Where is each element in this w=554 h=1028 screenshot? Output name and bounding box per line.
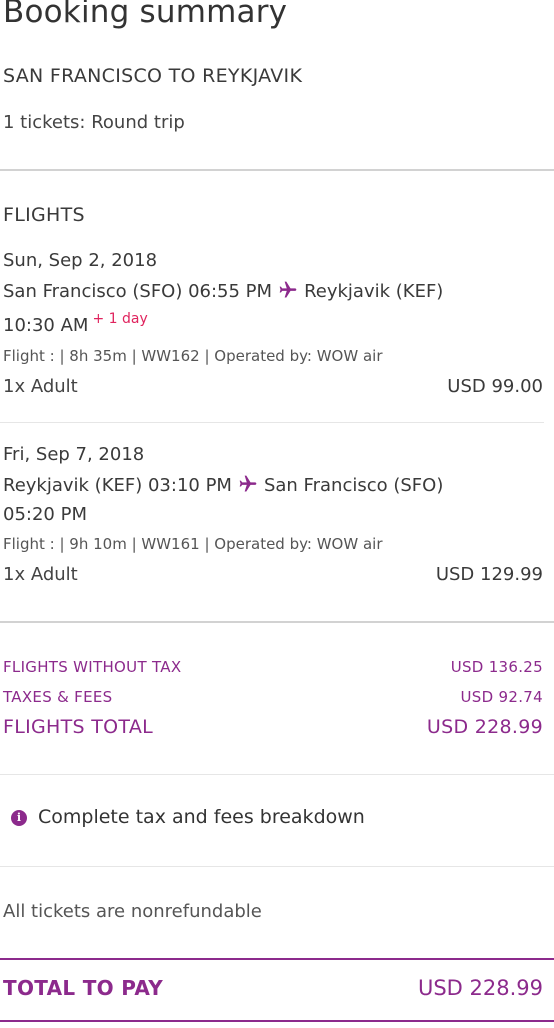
leg-2-passengers: 1x Adult bbox=[3, 564, 78, 585]
leg-1-origin: San Francisco (SFO) 06:55 PM bbox=[3, 281, 273, 302]
taxes-fees-value: USD 92.74 bbox=[460, 688, 543, 706]
flights-without-tax-label: FLIGHTS WITHOUT TAX bbox=[3, 658, 182, 676]
flights-total-value: USD 228.99 bbox=[426, 716, 543, 738]
divider bbox=[0, 958, 554, 960]
leg-1-date: Sun, Sep 2, 2018 bbox=[3, 250, 158, 271]
day-offset-badge: + 1 day bbox=[92, 311, 148, 327]
leg-2-route: Reykjavik (KEF) 03:10 PM San Francisco (S… bbox=[3, 474, 443, 496]
leg-1-arrival-time: 10:30 AM bbox=[3, 315, 89, 336]
taxes-fees-label: TAXES & FEES bbox=[3, 688, 113, 706]
leg-2-date: Fri, Sep 7, 2018 bbox=[3, 444, 145, 465]
leg-2-origin: Reykjavik (KEF) 03:10 PM bbox=[3, 475, 232, 496]
leg-1-passengers: 1x Adult bbox=[3, 376, 78, 397]
flights-heading: FLIGHTS bbox=[3, 204, 85, 226]
total-to-pay-label: TOTAL TO PAY bbox=[3, 976, 163, 1000]
leg-1-details: Flight : | 8h 35m | WW162 | Operated by:… bbox=[3, 347, 383, 365]
leg-1-destination: Reykjavik (KEF) bbox=[304, 281, 444, 302]
info-icon[interactable]: i bbox=[11, 810, 27, 826]
tickets-info: 1 tickets: Round trip bbox=[3, 112, 185, 133]
flights-without-tax-value: USD 136.25 bbox=[450, 658, 543, 676]
plane-icon bbox=[279, 281, 297, 298]
divider bbox=[0, 866, 554, 867]
divider bbox=[0, 621, 554, 623]
leg-2-destination: San Francisco (SFO) bbox=[263, 475, 444, 496]
leg-2-details: Flight : | 9h 10m | WW161 | Operated by:… bbox=[3, 535, 383, 553]
divider bbox=[0, 169, 554, 171]
divider bbox=[0, 422, 544, 423]
tax-breakdown-link[interactable]: Complete tax and fees breakdown bbox=[38, 806, 365, 828]
divider bbox=[0, 1020, 554, 1022]
divider bbox=[0, 774, 554, 775]
page-title: Booking summary bbox=[3, 0, 288, 30]
leg-2-arrival-time: 05:20 PM bbox=[3, 504, 87, 525]
total-to-pay-value: USD 228.99 bbox=[417, 976, 543, 1000]
nonrefundable-note: All tickets are nonrefundable bbox=[3, 901, 262, 922]
route-title: SAN FRANCISCO TO REYKJAVIK bbox=[3, 65, 303, 87]
plane-icon bbox=[239, 475, 257, 492]
leg-1-arrival: 10:30 AM + 1 day bbox=[3, 311, 148, 336]
flights-total-label: FLIGHTS TOTAL bbox=[3, 716, 154, 738]
leg-2-price: USD 129.99 bbox=[435, 564, 543, 585]
leg-1-route: San Francisco (SFO) 06:55 PM Reykjavik (K… bbox=[3, 280, 443, 302]
leg-1-price: USD 99.00 bbox=[447, 376, 543, 397]
